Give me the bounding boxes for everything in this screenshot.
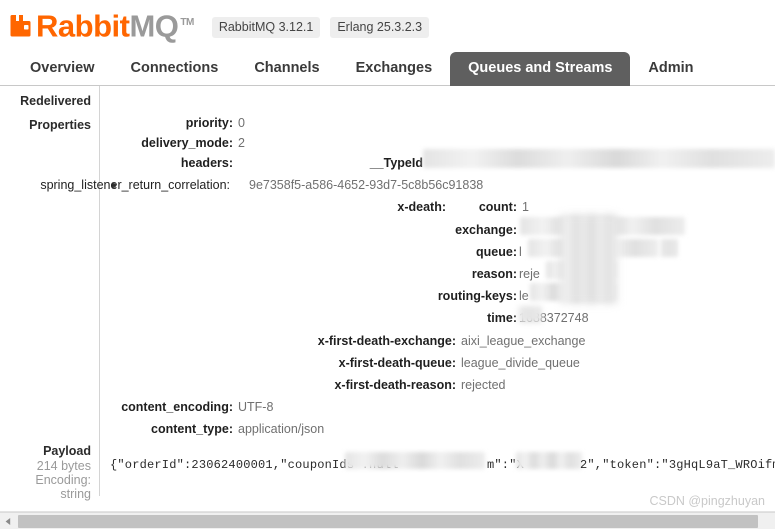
property-value-delivery-mode: 2 [238,136,245,150]
payload-text-segment-3: 2","token":"3gHqL9aT_WROifmPhFZaC_7N2IDG… [580,458,775,472]
watermark-text: CSDN @pingzhuyan [649,494,765,508]
property-key-x-death-exchange: exchange: [455,223,517,237]
redacted-payload-segment-a [345,452,485,469]
rabbitmq-version-badge: RabbitMQ 3.12.1 [211,16,321,38]
property-key-content-encoding: content_encoding: [121,400,233,414]
property-value-content-encoding: UTF-8 [238,400,274,414]
property-key-content-type: content_type: [151,422,233,436]
app-header: RabbitMQ TM RabbitMQ 3.12.1 Erlang 25.3.2… [0,0,775,46]
row-label-column: Redelivered Properties Payload 214 bytes… [0,86,100,501]
rabbitmq-logo[interactable]: RabbitMQ TM [8,5,194,45]
label-properties: Properties [29,118,91,132]
property-key-type-id: __TypeId [369,156,423,170]
label-payload: Payload [43,444,91,458]
scroll-left-arrow-icon[interactable] [0,512,17,529]
property-key-x-death-count: count: [478,200,517,214]
property-key-x-death-reason: reason: [471,267,517,281]
property-key-x-death-routing-keys: routing-keys: [437,289,517,303]
property-value-spring-correlation: 9e7358f5-a586-4652-93d7-5c8b56c91838 [249,178,484,192]
redacted-overlay-x-death [560,214,618,304]
tab-admin[interactable]: Admin [630,52,711,86]
property-key-x-death-queue: queue: [476,245,517,259]
property-key-x-first-death-reason: x-first-death-reason: [334,378,456,392]
scrollbar-thumb[interactable] [18,514,758,528]
label-redelivered: Redelivered [20,94,91,108]
property-value-x-first-death-queue: league_divide_queue [461,356,580,370]
payload-encoding-label: Encoding: [35,473,91,487]
erlang-version-badge: Erlang 25.3.2.3 [330,16,430,38]
property-key-spring-correlation: spring_listener_return_correlation: [40,178,230,192]
property-key-x-first-death-queue: x-first-death-queue: [338,356,456,370]
property-key-x-death: x-death: [397,200,446,214]
version-badges: RabbitMQ 3.12.1 Erlang 25.3.2.3 [211,16,430,38]
property-value-x-first-death-reason: rejected [461,378,506,392]
property-key-delivery-mode: delivery_mode: [141,136,233,150]
redacted-payload-segment-b [516,452,582,469]
logo-text-mq: MQ [129,8,179,44]
logo-text-rabbit: Rabbit [36,8,130,44]
payload-size: 214 bytes [36,459,91,473]
rabbitmq-management-page: RabbitMQ TM RabbitMQ 3.12.1 Erlang 25.3.2… [0,0,775,529]
logo-trademark: TM [180,17,194,29]
main-navigation-tabs: Overview Connections Channels Exchanges … [0,46,775,86]
redacted-value-x-death-time-prefix [518,306,542,323]
property-value-x-death-routing-keys: le [519,289,529,303]
tab-queues-and-streams[interactable]: Queues and Streams [450,52,631,86]
tab-overview[interactable]: Overview [12,52,113,86]
tab-connections[interactable]: Connections [113,52,237,86]
rabbit-logo-icon [8,13,34,39]
message-details-panel: Redelivered Properties Payload 214 bytes… [0,86,775,529]
property-value-content-type: application/json [238,422,325,436]
tab-channels[interactable]: Channels [236,52,337,86]
payload-encoding-value: string [60,487,91,501]
property-value-x-death-count: 1 [522,200,529,214]
property-value-x-first-death-exchange: aixi_league_exchange [461,334,586,348]
tab-exchanges[interactable]: Exchanges [338,52,451,86]
property-key-priority: priority: [185,116,233,130]
property-key-x-death-time: time: [487,311,517,325]
property-value-x-death-reason: reje [519,267,540,281]
logo-text: RabbitMQ TM [36,6,194,43]
redacted-value-type-id [423,149,775,168]
property-key-headers: headers: [180,156,233,170]
redacted-value-x-death-queue-tail [660,239,678,257]
property-key-x-first-death-exchange: x-first-death-exchange: [317,334,456,348]
property-value-priority: 0 [238,116,245,130]
horizontal-scrollbar[interactable] [0,512,775,529]
property-value-x-death-queue: l [519,245,522,259]
